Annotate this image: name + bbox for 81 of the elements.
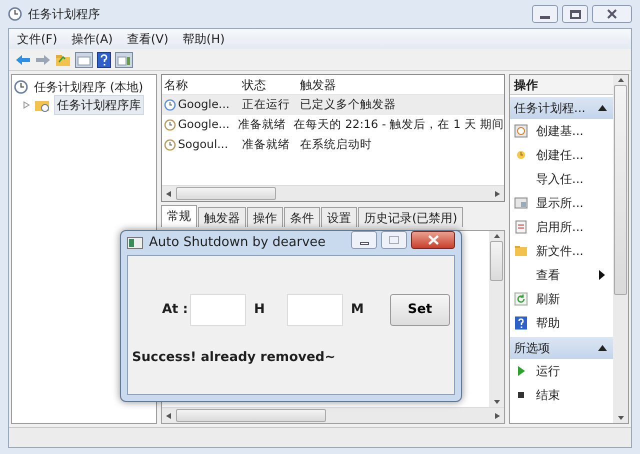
close-icon: [428, 235, 438, 245]
minimize-button[interactable]: [532, 5, 558, 23]
set-button[interactable]: Set: [390, 294, 450, 326]
maximize-button[interactable]: [562, 5, 588, 23]
pane-title: 操作: [510, 75, 613, 95]
collapse-arrow-icon[interactable]: [598, 345, 607, 351]
action-item[interactable]: 启用所...: [536, 218, 584, 236]
menu-item[interactable]: 文件(F): [17, 30, 58, 48]
table-cell-text: Google...: [178, 116, 230, 134]
table-cell-text: Google...: [178, 96, 230, 114]
table-cell: 已定义多个触发器: [300, 97, 396, 112]
table-cell: 准备就绪: [242, 137, 290, 152]
minimize-button[interactable]: [351, 231, 377, 249]
action-item[interactable]: 结束: [536, 386, 560, 404]
menu-item[interactable]: 查看(V): [126, 30, 168, 48]
task-row[interactable]: Google... 正在运行 已定义多个触发器: [162, 95, 504, 115]
section-header[interactable]: 任务计划程...: [510, 97, 613, 119]
action-item[interactable]: 运行: [536, 362, 560, 380]
tree-item[interactable]: 任务计划程序库: [54, 95, 144, 115]
window-title: 任务计划程序: [28, 6, 100, 23]
close-button[interactable]: [411, 231, 455, 249]
clock-icon: [14, 80, 28, 94]
close-button[interactable]: [592, 5, 632, 23]
clock-icon: [164, 119, 176, 131]
scrollbar-thumb[interactable]: [176, 409, 326, 422]
clock-icon: [164, 99, 176, 111]
folder-icon[interactable]: [55, 52, 71, 66]
scrollbar-thumb[interactable]: [176, 187, 276, 200]
action-item[interactable]: 创建基...: [536, 122, 584, 140]
scrollbar-thumb[interactable]: [614, 85, 627, 295]
tab[interactable]: 常规: [161, 205, 197, 227]
table-cell-text: Sogoul...: [178, 136, 228, 154]
tree-item[interactable]: 任务计划程序 (本地): [32, 78, 146, 96]
minute-label: M: [350, 301, 364, 320]
dialog-title: Auto Shutdown by dearvee: [149, 234, 326, 252]
collapsed-arrow-icon[interactable]: [22, 101, 30, 109]
column-header[interactable]: 触发器: [298, 76, 504, 94]
table-cell: 在系统启动时: [300, 137, 372, 152]
submenu-arrow-icon: [599, 270, 605, 280]
collapse-arrow-icon[interactable]: [598, 105, 607, 111]
tab[interactable]: 历史记录(已禁用): [358, 207, 464, 227]
status-message: Success! already removed~: [132, 349, 337, 367]
task-row[interactable]: Google... 准备就绪 在每天的 22:16 - 触发后，在 1 天 期间: [162, 115, 504, 135]
menu-item[interactable]: 帮助(H): [182, 30, 225, 48]
action-item[interactable]: 查看: [536, 266, 560, 284]
folder-icon: [34, 98, 50, 112]
refresh-icon: [514, 292, 528, 306]
action-item[interactable]: 帮助: [536, 314, 560, 332]
tab[interactable]: 操作: [247, 207, 283, 227]
tab[interactable]: 设置: [321, 207, 357, 227]
at-label: At :: [162, 301, 188, 320]
app-icon: [127, 237, 143, 249]
action-item[interactable]: 新文件...: [536, 242, 584, 260]
action-item[interactable]: 显示所...: [536, 194, 584, 212]
section-header[interactable]: 所选项: [510, 337, 613, 359]
scrollbar-thumb[interactable]: [490, 241, 503, 281]
table-cell: 准备就绪: [238, 117, 286, 132]
close-icon: [607, 9, 617, 19]
clock-icon: [164, 139, 176, 151]
task-row[interactable]: Sogoul... 准备就绪 在系统启动时: [162, 135, 504, 155]
help-icon: [514, 316, 528, 330]
document-icon: [514, 220, 528, 234]
clock-icon: [514, 148, 528, 162]
minute-field[interactable]: [286, 294, 343, 326]
column-header[interactable]: 状态: [240, 76, 298, 94]
folder-icon: [514, 244, 528, 258]
column-header[interactable]: 名称: [162, 76, 240, 94]
hour-label: H: [254, 301, 265, 320]
window-icon: [514, 196, 528, 210]
action-item[interactable]: 创建任...: [536, 146, 584, 164]
tab[interactable]: 条件: [284, 207, 320, 227]
action-item[interactable]: 刷新: [536, 290, 560, 308]
menu-item[interactable]: 操作(A): [71, 30, 113, 48]
back-icon[interactable]: [15, 54, 31, 66]
table-cell: 在每天的 22:16 - 触发后，在 1 天 期间: [293, 117, 504, 132]
help-icon[interactable]: [97, 52, 111, 68]
action-item[interactable]: 导入任...: [536, 170, 584, 188]
clock-icon: [8, 7, 22, 21]
tab[interactable]: 触发器: [198, 207, 246, 227]
hour-field[interactable]: [190, 294, 246, 326]
table-cell: 正在运行: [242, 97, 290, 112]
